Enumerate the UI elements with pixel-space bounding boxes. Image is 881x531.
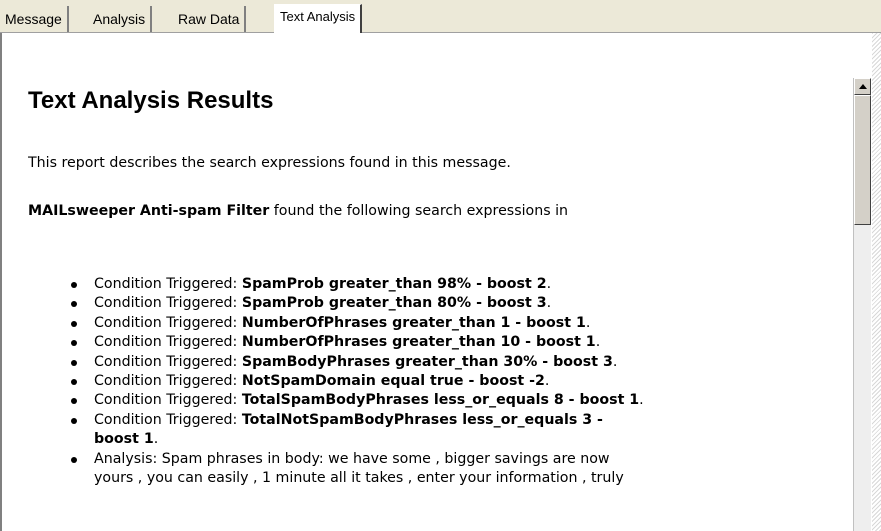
condition-list: Condition Triggered: SpamProb greater_th… [28,275,644,488]
scrollbar-thumb[interactable] [854,95,871,225]
list-item: Analysis: Spam phrases in body: we have … [71,450,644,489]
list-item: Condition Triggered: SpamBodyPhrases gre… [71,353,644,372]
tab-analysis[interactable]: Analysis [88,6,153,32]
filter-name: MAILsweeper Anti-spam Filter [28,203,270,219]
report-content: Text Analysis Results This report descri… [28,33,838,531]
scroll-up-button[interactable] [854,78,871,95]
list-item: Condition Triggered: SpamProb greater_th… [71,275,644,294]
tab-raw-data[interactable]: Raw Data [173,6,247,32]
tab-bar: Message Analysis Raw Data Text Analysis [0,0,881,34]
filter-found-text: found the following search expressions i… [269,203,569,219]
list-item: Condition Triggered: TotalNotSpamBodyPhr… [71,411,644,450]
list-item: Condition Triggered: TotalSpamBodyPhrase… [71,391,644,410]
report-pane: Text Analysis Results This report descri… [0,33,881,531]
list-item: Condition Triggered: NotSpamDomain equal… [71,372,644,391]
arrow-up-icon [859,84,867,89]
report-title: Text Analysis Results [28,87,274,114]
vertical-scrollbar[interactable] [853,78,871,531]
filter-summary: MAILsweeper Anti-spam Filter found the f… [28,203,568,219]
list-item: Condition Triggered: SpamProb greater_th… [71,294,644,313]
window-edge [872,33,881,531]
list-item: Condition Triggered: NumberOfPhrases gre… [71,314,644,333]
tab-text-analysis[interactable]: Text Analysis [274,4,363,34]
report-intro: This report describes the search express… [28,155,511,171]
tab-message[interactable]: Message [0,6,69,32]
list-item: Condition Triggered: NumberOfPhrases gre… [71,333,644,352]
